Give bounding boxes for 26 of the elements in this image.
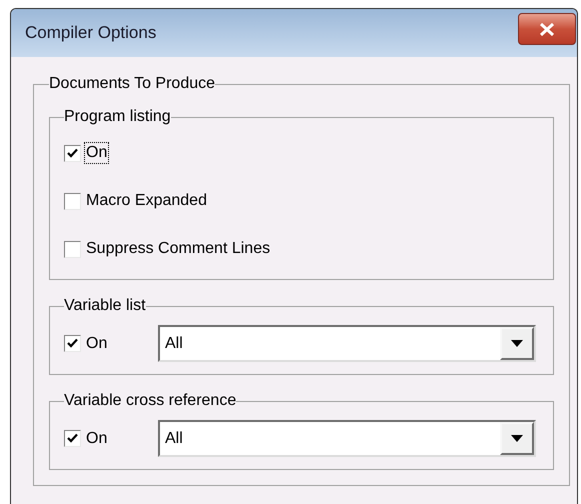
checkbox-label[interactable]: Macro Expanded: [84, 190, 209, 212]
dropdown[interactable]: All: [158, 325, 536, 362]
group-title: Documents To Produce: [49, 75, 216, 93]
caret-icon: [511, 340, 523, 347]
close-icon: [539, 22, 555, 36]
checkbox[interactable]: [64, 192, 81, 210]
close-button[interactable]: [518, 13, 576, 45]
checkbox-label[interactable]: On: [86, 426, 108, 450]
caret-icon: [511, 435, 523, 442]
checkbox[interactable]: [64, 335, 81, 352]
checkbox-label[interactable]: Suppress Comment Lines: [84, 238, 272, 260]
dropdown-arrow-button[interactable]: [500, 422, 534, 455]
checkbox-label[interactable]: On: [84, 142, 110, 164]
group-title: Program listing: [64, 108, 171, 126]
check-icon: [67, 148, 78, 158]
group-title: Variable cross reference: [64, 392, 236, 410]
check-icon: [67, 433, 78, 444]
checkbox[interactable]: [64, 144, 81, 162]
dropdown-arrow-button[interactable]: [500, 327, 534, 360]
checkbox-label[interactable]: On: [86, 332, 108, 356]
checkbox[interactable]: [64, 430, 81, 447]
group-title: Variable list: [64, 297, 146, 315]
check-icon: [67, 338, 78, 349]
dropdown[interactable]: All: [158, 420, 536, 457]
checkbox[interactable]: [64, 240, 81, 258]
window-title: Compiler Options: [25, 22, 158, 44]
